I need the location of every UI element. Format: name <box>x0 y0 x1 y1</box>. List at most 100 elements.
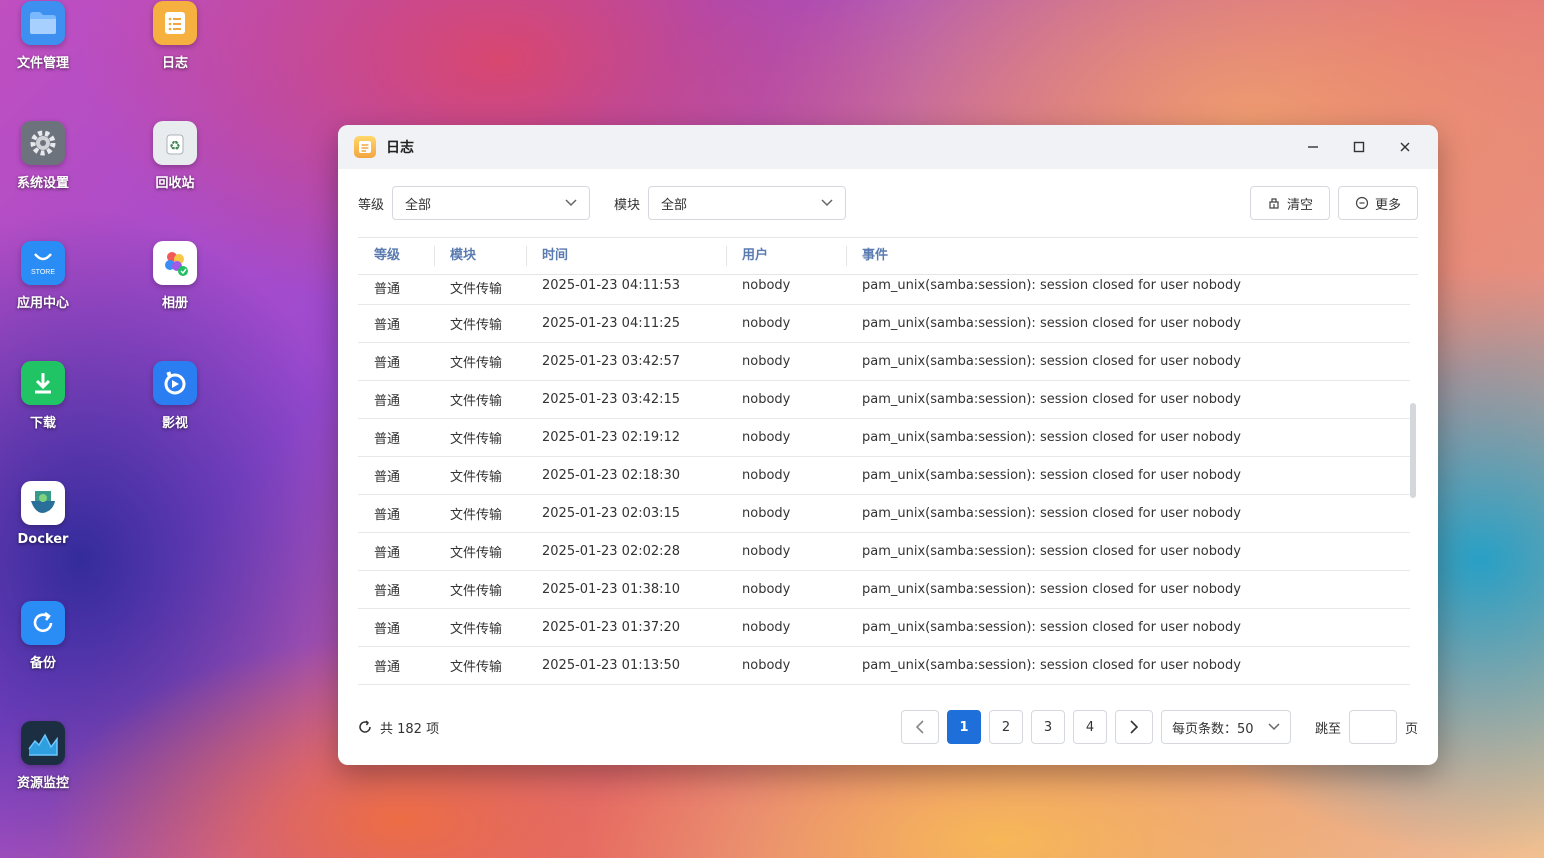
chevron-down-icon <box>821 199 833 207</box>
table-row[interactable]: 普通 文件传输 2025-01-23 03:42:57 nobody pam_unix(… <box>358 343 1410 381</box>
cell-module: 文件传输 <box>450 584 503 599</box>
cell-time: 2025-01-23 01:38:10 <box>542 582 681 597</box>
column-header-event[interactable]: 事件 <box>846 246 1418 266</box>
table-row[interactable]: 普通 文件传输 2025-01-23 02:02:28 nobody pam_unix(… <box>358 533 1410 571</box>
cell-user: nobody <box>742 316 791 331</box>
cell-time: 2025-01-23 02:19:12 <box>542 430 681 445</box>
cell-time: 2025-01-23 04:11:53 <box>542 278 681 293</box>
module-select-value: 全部 <box>661 197 688 213</box>
cell-event: pam_unix(samba:session): session closed … <box>862 354 1241 369</box>
cell-module: 文件传输 <box>450 546 503 561</box>
module-select[interactable]: 全部 <box>648 186 847 220</box>
cell-event: pam_unix(samba:session): session closed … <box>862 506 1241 521</box>
column-header-level[interactable]: 等级 <box>358 246 434 266</box>
table-row[interactable]: 普通 文件传输 2025-01-23 02:03:15 nobody pam_unix(… <box>358 495 1410 533</box>
cell-module: 文件传输 <box>450 660 503 675</box>
table-row[interactable]: 普通文件传输2025-01-23 01:12:13nobodypam_unix(… <box>358 685 1410 695</box>
maximize-button[interactable] <box>1336 125 1382 169</box>
jump-page-input[interactable] <box>1348 710 1397 744</box>
column-header-user[interactable]: 用户 <box>726 246 846 266</box>
desktop-icon-gear[interactable]: 系统设置 <box>0 121 93 191</box>
desktop-icon-folder[interactable]: 文件管理 <box>0 1 93 71</box>
refresh-icon[interactable] <box>358 720 372 734</box>
clear-button[interactable]: 清空 <box>1249 186 1330 220</box>
cell-event: pam_unix(samba:session): session closed … <box>862 658 1241 673</box>
log-window: 日志 等级 全部 模块 全部 清空 更多 等级 模块 时间 用户 事件 普通 文… <box>338 125 1438 765</box>
log-icon <box>153 1 197 45</box>
svg-text:♻: ♻ <box>169 139 181 154</box>
cell-event: pam_unix(samba:session): session closed … <box>862 392 1241 407</box>
cell-level: 普通 <box>374 622 401 637</box>
desktop-icon-label: 日志 <box>161 56 188 71</box>
table-row[interactable]: 普通 文件传输 2025-01-23 01:37:20 nobody pam_unix(… <box>358 609 1410 647</box>
desktop-icon-label: 应用中心 <box>16 296 69 311</box>
table-scrollbar[interactable] <box>1410 403 1416 498</box>
page-button-1[interactable]: 1 <box>946 710 981 744</box>
desktop-icon-label: 影视 <box>161 416 188 431</box>
page-button-3[interactable]: 3 <box>1030 710 1065 744</box>
cell-user: nobody <box>742 354 791 369</box>
monitor-icon <box>21 721 65 765</box>
table-row[interactable]: 普通 文件传输 2025-01-23 03:42:15 nobody pam_unix(… <box>358 381 1410 419</box>
table-row[interactable]: 普通 文件传输 2025-01-23 02:18:30 nobody pam_unix(… <box>358 457 1410 495</box>
desktop-icon-recycle-bin[interactable]: ♻ 回收站 <box>125 121 225 191</box>
cell-user: nobody <box>742 658 791 673</box>
cell-user: nobody <box>742 506 791 521</box>
column-header-module[interactable]: 模块 <box>434 246 526 266</box>
table-footer: 共 182 项 1234 每页条数：50 跳至 页 <box>358 709 1418 745</box>
desktop-icon-photos[interactable]: 相册 <box>125 241 225 311</box>
table-row[interactable]: 普通 文件传输 2025-01-23 04:11:25 nobody pam_unix(… <box>358 305 1410 343</box>
next-page-button[interactable] <box>1114 710 1153 744</box>
more-button[interactable]: 更多 <box>1337 186 1418 220</box>
page-button-4[interactable]: 4 <box>1072 710 1107 744</box>
svg-text:STORE: STORE <box>31 269 55 276</box>
table-row[interactable]: 普通 文件传输 2025-01-23 01:13:50 nobody pam_unix(… <box>358 647 1410 685</box>
desktop-icon-download[interactable]: 下载 <box>0 361 93 431</box>
cell-module: 文件传输 <box>450 432 503 447</box>
window-titlebar[interactable]: 日志 <box>338 125 1438 169</box>
video-icon <box>153 361 197 405</box>
filter-bar: 等级 全部 模块 全部 清空 更多 <box>358 185 1418 221</box>
close-icon <box>1400 142 1410 152</box>
recycle-bin-icon: ♻ <box>153 121 197 165</box>
minimize-icon <box>1308 146 1318 148</box>
backup-icon <box>21 601 65 645</box>
desktop-icon-label: 相册 <box>161 296 188 311</box>
cell-user: nobody <box>742 582 791 597</box>
desktop-icon-backup[interactable]: 备份 <box>0 601 93 671</box>
desktop-icon-store[interactable]: STORE 应用中心 <box>0 241 93 311</box>
cell-user: nobody <box>742 392 791 407</box>
column-header-time[interactable]: 时间 <box>526 246 726 266</box>
chevron-down-icon <box>565 199 577 207</box>
desktop-icon-monitor[interactable]: 资源监控 <box>0 721 93 791</box>
cell-event: pam_unix(samba:session): session closed … <box>862 316 1241 331</box>
table-row[interactable]: 普通 文件传输 2025-01-23 01:38:10 nobody pam_unix(… <box>358 571 1410 609</box>
desktop-icon-label: 备份 <box>29 656 56 671</box>
desktop-icon-label: Docker <box>17 532 69 547</box>
jump-to-label: 跳至 <box>1314 721 1341 737</box>
page-size-select[interactable]: 每页条数：50 <box>1160 710 1291 744</box>
cell-module: 文件传输 <box>450 282 503 297</box>
window-title: 日志 <box>386 140 414 156</box>
minimize-button[interactable] <box>1290 125 1336 169</box>
table-row[interactable]: 普通 文件传输 2025-01-23 02:19:12 nobody pam_unix(… <box>358 419 1410 457</box>
chevron-left-icon <box>915 720 924 734</box>
jump-page-suffix: 页 <box>1404 721 1418 737</box>
desktop-icon-video[interactable]: 影视 <box>125 361 225 431</box>
cell-level: 普通 <box>374 394 401 409</box>
page-button-2[interactable]: 2 <box>988 710 1023 744</box>
prev-page-button[interactable] <box>900 710 939 744</box>
cell-time: 2025-01-23 04:11:25 <box>542 316 681 331</box>
level-select[interactable]: 全部 <box>392 186 591 220</box>
close-button[interactable] <box>1382 125 1428 169</box>
cell-level: 普通 <box>374 470 401 485</box>
desktop-icon-label: 文件管理 <box>16 56 69 71</box>
table-row[interactable]: 普通 文件传输 2025-01-23 04:11:53 nobody pam_unix(… <box>358 275 1410 305</box>
desktop-icon-docker[interactable]: Docker <box>0 481 93 547</box>
more-icon <box>1355 196 1369 210</box>
more-button-label: 更多 <box>1374 197 1401 213</box>
desktop-icon-log[interactable]: 日志 <box>125 1 225 71</box>
cell-event: pam_unix(samba:session): session closed … <box>862 468 1241 483</box>
cell-level: 普通 <box>374 508 401 523</box>
download-icon <box>21 361 65 405</box>
